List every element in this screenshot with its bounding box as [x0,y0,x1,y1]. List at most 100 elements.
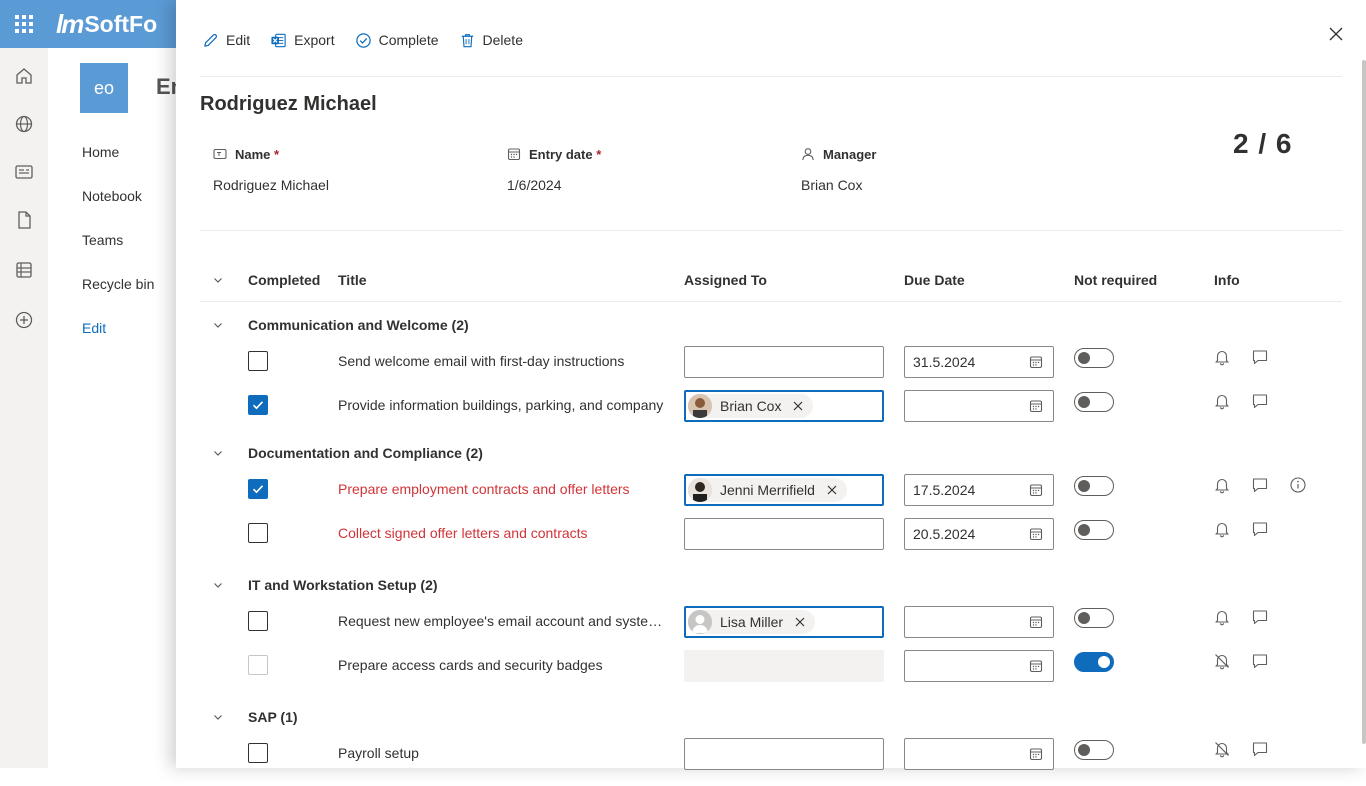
chevron-down-icon[interactable] [212,711,224,723]
bell-icon[interactable] [1213,348,1231,366]
home-icon[interactable] [14,66,34,86]
news-icon[interactable] [14,162,34,182]
entry-date-field: Entry date * 1/6/2024 [507,146,787,197]
assigned-to-picker[interactable]: Brian Cox [684,390,884,422]
completed-checkbox[interactable] [248,351,268,371]
bell-icon[interactable] [1213,608,1231,626]
chevron-down-icon[interactable] [212,447,224,459]
header-title[interactable]: Title [338,272,367,288]
group-header[interactable]: SAP (1) [200,698,1342,742]
globe-icon[interactable] [14,114,34,134]
calendar-icon[interactable] [1029,659,1043,673]
app-logo[interactable]: lm SoftFo [56,10,176,38]
calendar-icon[interactable] [1029,483,1043,497]
group-header[interactable]: IT and Workstation Setup (2) [200,566,1342,610]
nav-teams[interactable]: Teams [82,232,176,276]
item-panel: Edit Export Complete Delete Rodriguez Mi… [176,0,1366,770]
due-date-picker[interactable] [904,606,1054,638]
not-required-toggle[interactable] [1074,608,1114,628]
close-icon[interactable] [1326,24,1346,44]
due-date-picker[interactable] [904,650,1054,682]
group-header[interactable]: Communication and Welcome (2) [200,302,1342,346]
calendar-icon[interactable] [1029,747,1043,761]
document-icon[interactable] [14,210,34,230]
not-required-toggle[interactable] [1074,348,1114,368]
header-assigned-to[interactable]: Assigned To [684,272,767,288]
assigned-to-picker[interactable] [684,346,884,378]
calendar-icon[interactable] [1029,399,1043,413]
remove-person-icon[interactable] [791,399,805,413]
bell-icon[interactable] [1213,520,1231,538]
comment-icon[interactable] [1251,348,1269,366]
not-required-toggle[interactable] [1074,520,1114,540]
task-title[interactable]: Prepare employment contracts and offer l… [338,481,668,497]
chevron-down-icon[interactable] [212,579,224,591]
task-title[interactable]: Collect signed offer letters and contrac… [338,525,668,541]
site-logo[interactable]: eo [80,63,128,113]
due-date-picker[interactable] [904,390,1054,422]
header-not-required[interactable]: Not required [1074,272,1157,288]
not-required-toggle[interactable] [1074,476,1114,496]
edit-button[interactable]: Edit [200,24,252,56]
chevron-down-icon[interactable] [212,319,224,331]
due-date-picker[interactable] [904,738,1054,770]
nav-recycle-bin[interactable]: Recycle bin [82,276,176,320]
completed-checkbox[interactable] [248,395,268,415]
manager-field-label: Manager [801,146,1081,162]
header-completed[interactable]: Completed [248,272,320,288]
header-due-date[interactable]: Due Date [904,272,965,288]
remove-person-icon[interactable] [825,483,839,497]
bell-off-icon[interactable] [1213,740,1231,758]
manager-value[interactable]: Brian Cox [801,177,1081,197]
required-marker: * [596,146,602,162]
assigned-to-picker[interactable]: Jenni Merrifield [684,474,884,506]
task-title[interactable]: Request new employee's email account and… [338,613,668,629]
complete-button[interactable]: Complete [353,24,441,56]
task-title[interactable]: Payroll setup [338,745,668,761]
due-date-picker[interactable]: 31.5.2024 [904,346,1054,378]
bell-icon[interactable] [1213,476,1231,494]
task-title[interactable]: Prepare access cards and security badges [338,657,668,673]
remove-person-icon[interactable] [793,615,807,629]
nav-edit[interactable]: Edit [82,320,176,364]
assigned-to-picker[interactable] [684,738,884,770]
task-title[interactable]: Provide information buildings, parking, … [338,397,668,413]
calendar-icon[interactable] [1029,355,1043,369]
not-required-toggle[interactable] [1074,392,1114,412]
assigned-to-picker[interactable]: Lisa Miller [684,606,884,638]
waffle-icon[interactable] [14,14,34,34]
due-date-picker[interactable]: 20.5.2024 [904,518,1054,550]
list-icon[interactable] [14,260,34,280]
completed-checkbox[interactable] [248,523,268,543]
group-header[interactable]: Documentation and Compliance (2) [200,434,1342,478]
entry-date-value[interactable]: 1/6/2024 [507,177,787,197]
comment-icon[interactable] [1251,476,1269,494]
task-title[interactable]: Send welcome email with first-day instru… [338,353,668,369]
due-date-picker[interactable]: 17.5.2024 [904,474,1054,506]
name-value[interactable]: Rodriguez Michael [213,177,493,197]
comment-icon[interactable] [1251,520,1269,538]
bell-off-icon[interactable] [1213,652,1231,670]
bell-icon[interactable] [1213,392,1231,410]
calendar-icon[interactable] [1029,527,1043,541]
completed-checkbox[interactable] [248,611,268,631]
comment-icon[interactable] [1251,652,1269,670]
nav-home[interactable]: Home [82,144,176,188]
table-row: Payroll setup [200,738,1342,786]
chevron-down-icon[interactable] [212,274,224,286]
add-icon[interactable] [14,310,34,330]
delete-button[interactable]: Delete [457,24,525,56]
comment-icon[interactable] [1251,392,1269,410]
comment-icon[interactable] [1251,740,1269,758]
completed-checkbox[interactable] [248,479,268,499]
not-required-toggle[interactable] [1074,740,1114,760]
scrollbar[interactable] [1362,60,1366,744]
assigned-to-picker[interactable] [684,518,884,550]
nav-notebook[interactable]: Notebook [82,188,176,232]
calendar-icon[interactable] [1029,615,1043,629]
info-icon[interactable] [1289,476,1307,494]
export-button[interactable]: Export [268,24,336,56]
comment-icon[interactable] [1251,608,1269,626]
completed-checkbox[interactable] [248,743,268,763]
not-required-toggle[interactable] [1074,652,1114,672]
